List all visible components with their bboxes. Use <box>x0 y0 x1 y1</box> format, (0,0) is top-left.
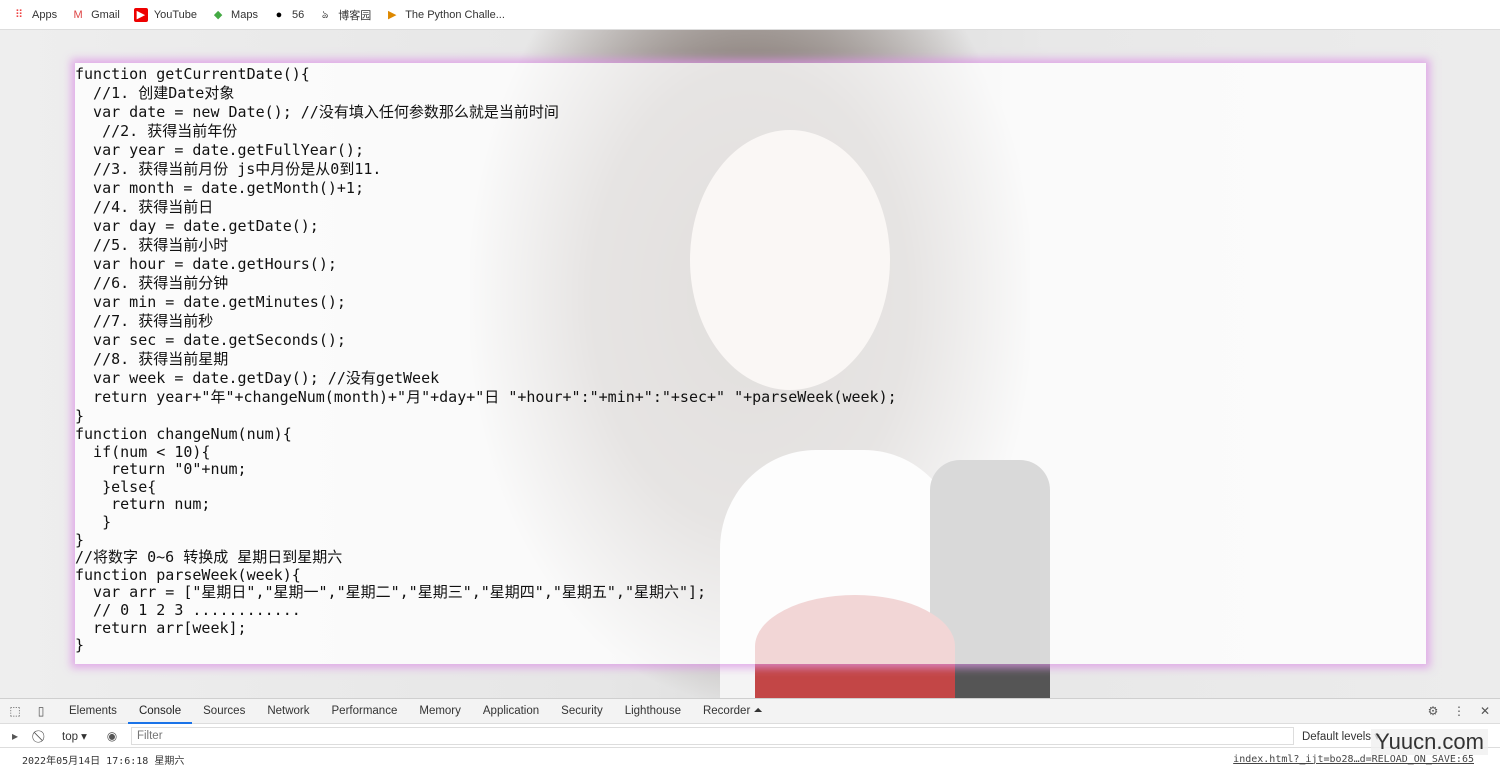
console-message: 2022年05月14日 17:6:18 星期六 index.html?_ijt=… <box>0 748 1500 770</box>
console-log-text: 2022年05月14日 17:6:18 星期六 <box>22 755 185 767</box>
code-line: //5. 获得当前小时 <box>75 236 229 254</box>
code-line: var arr = ["星期日","星期一","星期二","星期三","星期四"… <box>75 583 707 602</box>
code-line: return year+"年"+changeNum(month)+"月"+day… <box>75 388 897 406</box>
watermark: Yuucn.com <box>1371 729 1488 755</box>
code-block: function getCurrentDate(){ //1. 创建Date对象… <box>75 65 897 655</box>
bookmark-label: Maps <box>231 8 258 21</box>
code-panel: function getCurrentDate(){ //1. 创建Date对象… <box>75 63 1426 664</box>
apps-grid-icon: ⠿ <box>14 8 24 21</box>
bookmark-label: Gmail <box>91 8 120 21</box>
code-line: //7. 获得当前秒 <box>75 312 214 330</box>
log-levels-dropdown[interactable]: Default levels ▾ <box>1302 729 1380 743</box>
more-options-icon[interactable]: ⋮ <box>1452 704 1466 718</box>
bookmark-maps[interactable]: ◆ Maps <box>211 8 258 22</box>
code-line: }else{ <box>75 477 157 496</box>
tab-performance[interactable]: Performance <box>321 699 409 724</box>
maps-icon: ◆ <box>213 8 223 21</box>
code-line: } <box>75 636 85 655</box>
tab-application[interactable]: Application <box>472 699 550 724</box>
tab-lighthouse[interactable]: Lighthouse <box>614 699 692 724</box>
56-icon: ● <box>275 8 283 21</box>
code-line: var hour = date.getHours(); <box>75 255 337 273</box>
code-line: var day = date.getDate(); <box>75 217 319 235</box>
console-filter-input[interactable] <box>130 726 1294 745</box>
code-line: var sec = date.getSeconds(); <box>75 331 346 349</box>
devtools-tabbar: ⬚ ▯ Elements Console Sources Network Perform… <box>0 699 1500 724</box>
tab-elements[interactable]: Elements <box>58 699 128 724</box>
code-line: var week = date.getDay(); //没有getWeek <box>75 369 440 387</box>
code-line: return arr[week]; <box>75 618 247 637</box>
bookmark-apps-grid[interactable]: ⠿ Apps <box>12 8 57 22</box>
bookmark-gmail[interactable]: M Gmail <box>71 8 120 22</box>
code-line: function getCurrentDate(){ <box>75 65 310 83</box>
code-line: //6. 获得当前分钟 <box>75 274 229 292</box>
code-line: var date = new Date(); //没有填入任何参数那么就是当前时… <box>75 103 559 121</box>
context-selector[interactable]: top ▾ <box>62 729 87 743</box>
tab-recorder[interactable]: Recorder ⏶ <box>692 699 774 724</box>
code-line: //8. 获得当前星期 <box>75 350 229 368</box>
code-line: } <box>75 530 85 549</box>
code-line: //2. 获得当前年份 <box>75 122 238 140</box>
bookmark-python-challenge[interactable]: ▶ The Python Challe... <box>385 8 505 22</box>
code-line: var month = date.getMonth()+1; <box>75 179 364 197</box>
code-line: } <box>75 407 85 425</box>
clear-console-icon[interactable]: ⃠ <box>34 729 48 743</box>
code-line: function parseWeek(week){ <box>75 565 301 584</box>
console-source-link[interactable]: index.html?_ijt=bo28…d=RELOAD_ON_SAVE:65 <box>1233 754 1474 765</box>
settings-gear-icon[interactable]: ⚙ <box>1426 704 1440 718</box>
code-line: } <box>75 512 112 531</box>
code-line: if(num < 10){ <box>75 442 211 461</box>
bookmark-56[interactable]: ● 56 <box>272 8 305 22</box>
bookmark-label: 56 <box>291 8 305 21</box>
code-line: //将数字 0~6 转换成 星期日到星期六 <box>75 548 343 567</box>
close-icon[interactable]: ✕ <box>1478 704 1492 718</box>
cnblogs-icon: ঌ <box>321 8 329 21</box>
bookmark-label: YouTube <box>153 8 198 21</box>
bookmark-cnblogs[interactable]: ঌ 博客园 <box>318 7 371 23</box>
code-line: return "0"+num; <box>75 460 247 479</box>
code-line: var min = date.getMinutes(); <box>75 293 346 311</box>
device-toggle-icon[interactable]: ▯ <box>34 704 48 718</box>
code-line: // 0 1 2 3 ............ <box>75 600 301 619</box>
inspect-element-icon[interactable]: ⬚ <box>8 704 22 718</box>
code-line: //3. 获得当前月份 js中月份是从0到11. <box>75 160 382 178</box>
code-line: var year = date.getFullYear(); <box>75 141 364 159</box>
bookmark-youtube[interactable]: ▶ YouTube <box>133 7 198 22</box>
tab-sources[interactable]: Sources <box>192 699 256 724</box>
tab-security[interactable]: Security <box>550 699 614 724</box>
code-line: //4. 获得当前日 <box>75 198 214 216</box>
youtube-icon: ▶ <box>133 7 148 22</box>
code-line: return num; <box>75 495 211 514</box>
tab-console[interactable]: Console <box>127 699 193 724</box>
bookmark-label: 博客园 <box>338 9 372 22</box>
code-line: //1. 创建Date对象 <box>75 84 235 102</box>
devtools-panel: ⬚ ▯ Elements Console Sources Network Perform… <box>0 698 1500 771</box>
bookmark-label: The Python Challe... <box>405 8 505 21</box>
bookmarks-bar: ⠿ Apps M Gmail ▶ YouTube ◆ Maps ● 56 ঌ 博客园 ▶ The Pyth… <box>0 0 1500 30</box>
console-toolbar: ▸ ⃠ top ▾ ◉ Default levels ▾ <box>0 724 1500 748</box>
live-expression-eye-icon[interactable]: ◉ <box>105 729 119 743</box>
tab-memory[interactable]: Memory <box>408 699 472 724</box>
python-challenge-icon: ▶ <box>387 8 397 21</box>
code-line: function changeNum(num){ <box>75 425 292 443</box>
tab-network[interactable]: Network <box>256 699 320 724</box>
sidebar-toggle-icon[interactable]: ▸ <box>8 729 22 743</box>
bookmark-label: Apps <box>32 8 58 21</box>
gmail-icon: M <box>73 8 83 21</box>
